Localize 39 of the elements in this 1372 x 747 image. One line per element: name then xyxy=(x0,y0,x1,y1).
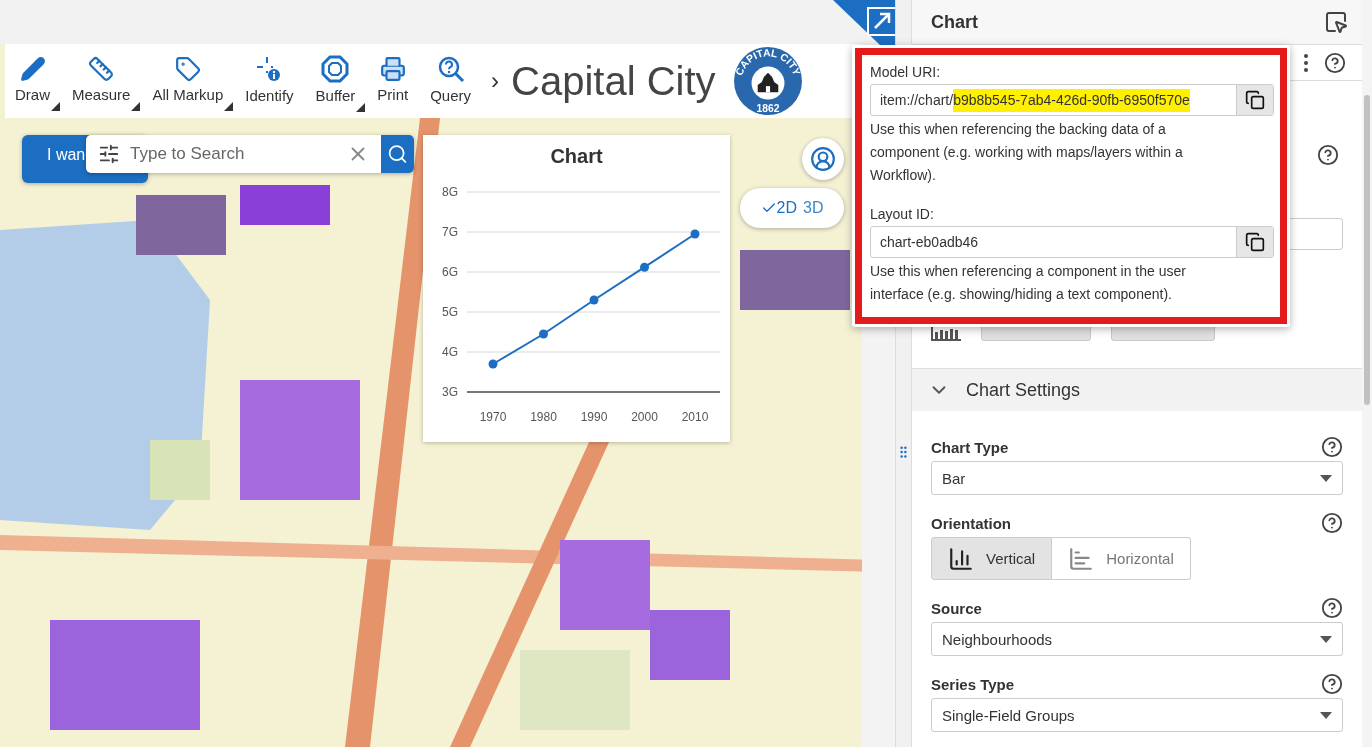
tool-button[interactable]: Identify xyxy=(241,50,304,112)
tool-button[interactable]: Draw xyxy=(11,51,60,111)
y-tick-label: 5G xyxy=(442,305,458,319)
field-label: Layout ID: xyxy=(870,205,935,224)
view-option[interactable]: 2D xyxy=(760,199,797,217)
help-text: Use this when referencing the backing data of a component (e.g. working with maps/layers within a Workflow). xyxy=(870,120,1184,185)
x-tick-label: 1980 xyxy=(530,410,557,424)
field-label: Orientation xyxy=(931,514,1011,532)
panel-title: Chart xyxy=(931,11,978,33)
x-tick-label: 2010 xyxy=(681,410,709,424)
section-header[interactable]: Chart Settings xyxy=(912,368,1362,411)
dropdown[interactable]: Neighbourhoods xyxy=(931,622,1343,656)
orientation-option[interactable]: Horizontal xyxy=(1052,537,1191,580)
x-tick-label: 1970 xyxy=(479,410,507,424)
tool-button[interactable]: Query xyxy=(426,50,482,112)
field-label: Source xyxy=(931,599,982,617)
field-label: Series Type xyxy=(931,675,1015,693)
field-label: Model URI: xyxy=(870,63,942,82)
y-tick-label: 3G xyxy=(442,385,458,399)
tool-button[interactable]: Buffer xyxy=(311,50,366,112)
app-title: Capital City xyxy=(511,58,716,104)
tool-button[interactable]: All Markup xyxy=(148,51,234,111)
y-tick-label: 6G xyxy=(442,265,458,279)
orientation-option[interactable]: Vertical xyxy=(931,537,1053,580)
tool-button[interactable]: Print xyxy=(373,51,419,111)
x-tick-label: 2000 xyxy=(631,410,658,424)
field-label: Chart Type xyxy=(931,438,1009,456)
help-text: Use this when referencing a component in the user interface (e.g. showing/hiding a text component). xyxy=(870,262,1187,304)
view-option[interactable]: 3D xyxy=(803,199,824,217)
y-tick-label: 4G xyxy=(442,345,458,359)
search-bar[interactable]: Type to Search xyxy=(86,135,414,173)
breadcrumb-separator: › xyxy=(491,67,500,95)
y-tick-label: 8G xyxy=(442,185,458,199)
y-tick-label: 7G xyxy=(442,225,458,239)
chart-title: Chart xyxy=(550,145,603,169)
tool-button[interactable]: Measure xyxy=(68,51,141,111)
dropdown[interactable]: Bar xyxy=(931,461,1343,495)
x-tick-label: 1990 xyxy=(580,410,608,424)
dropdown[interactable]: Single-Field Groups xyxy=(931,698,1343,732)
